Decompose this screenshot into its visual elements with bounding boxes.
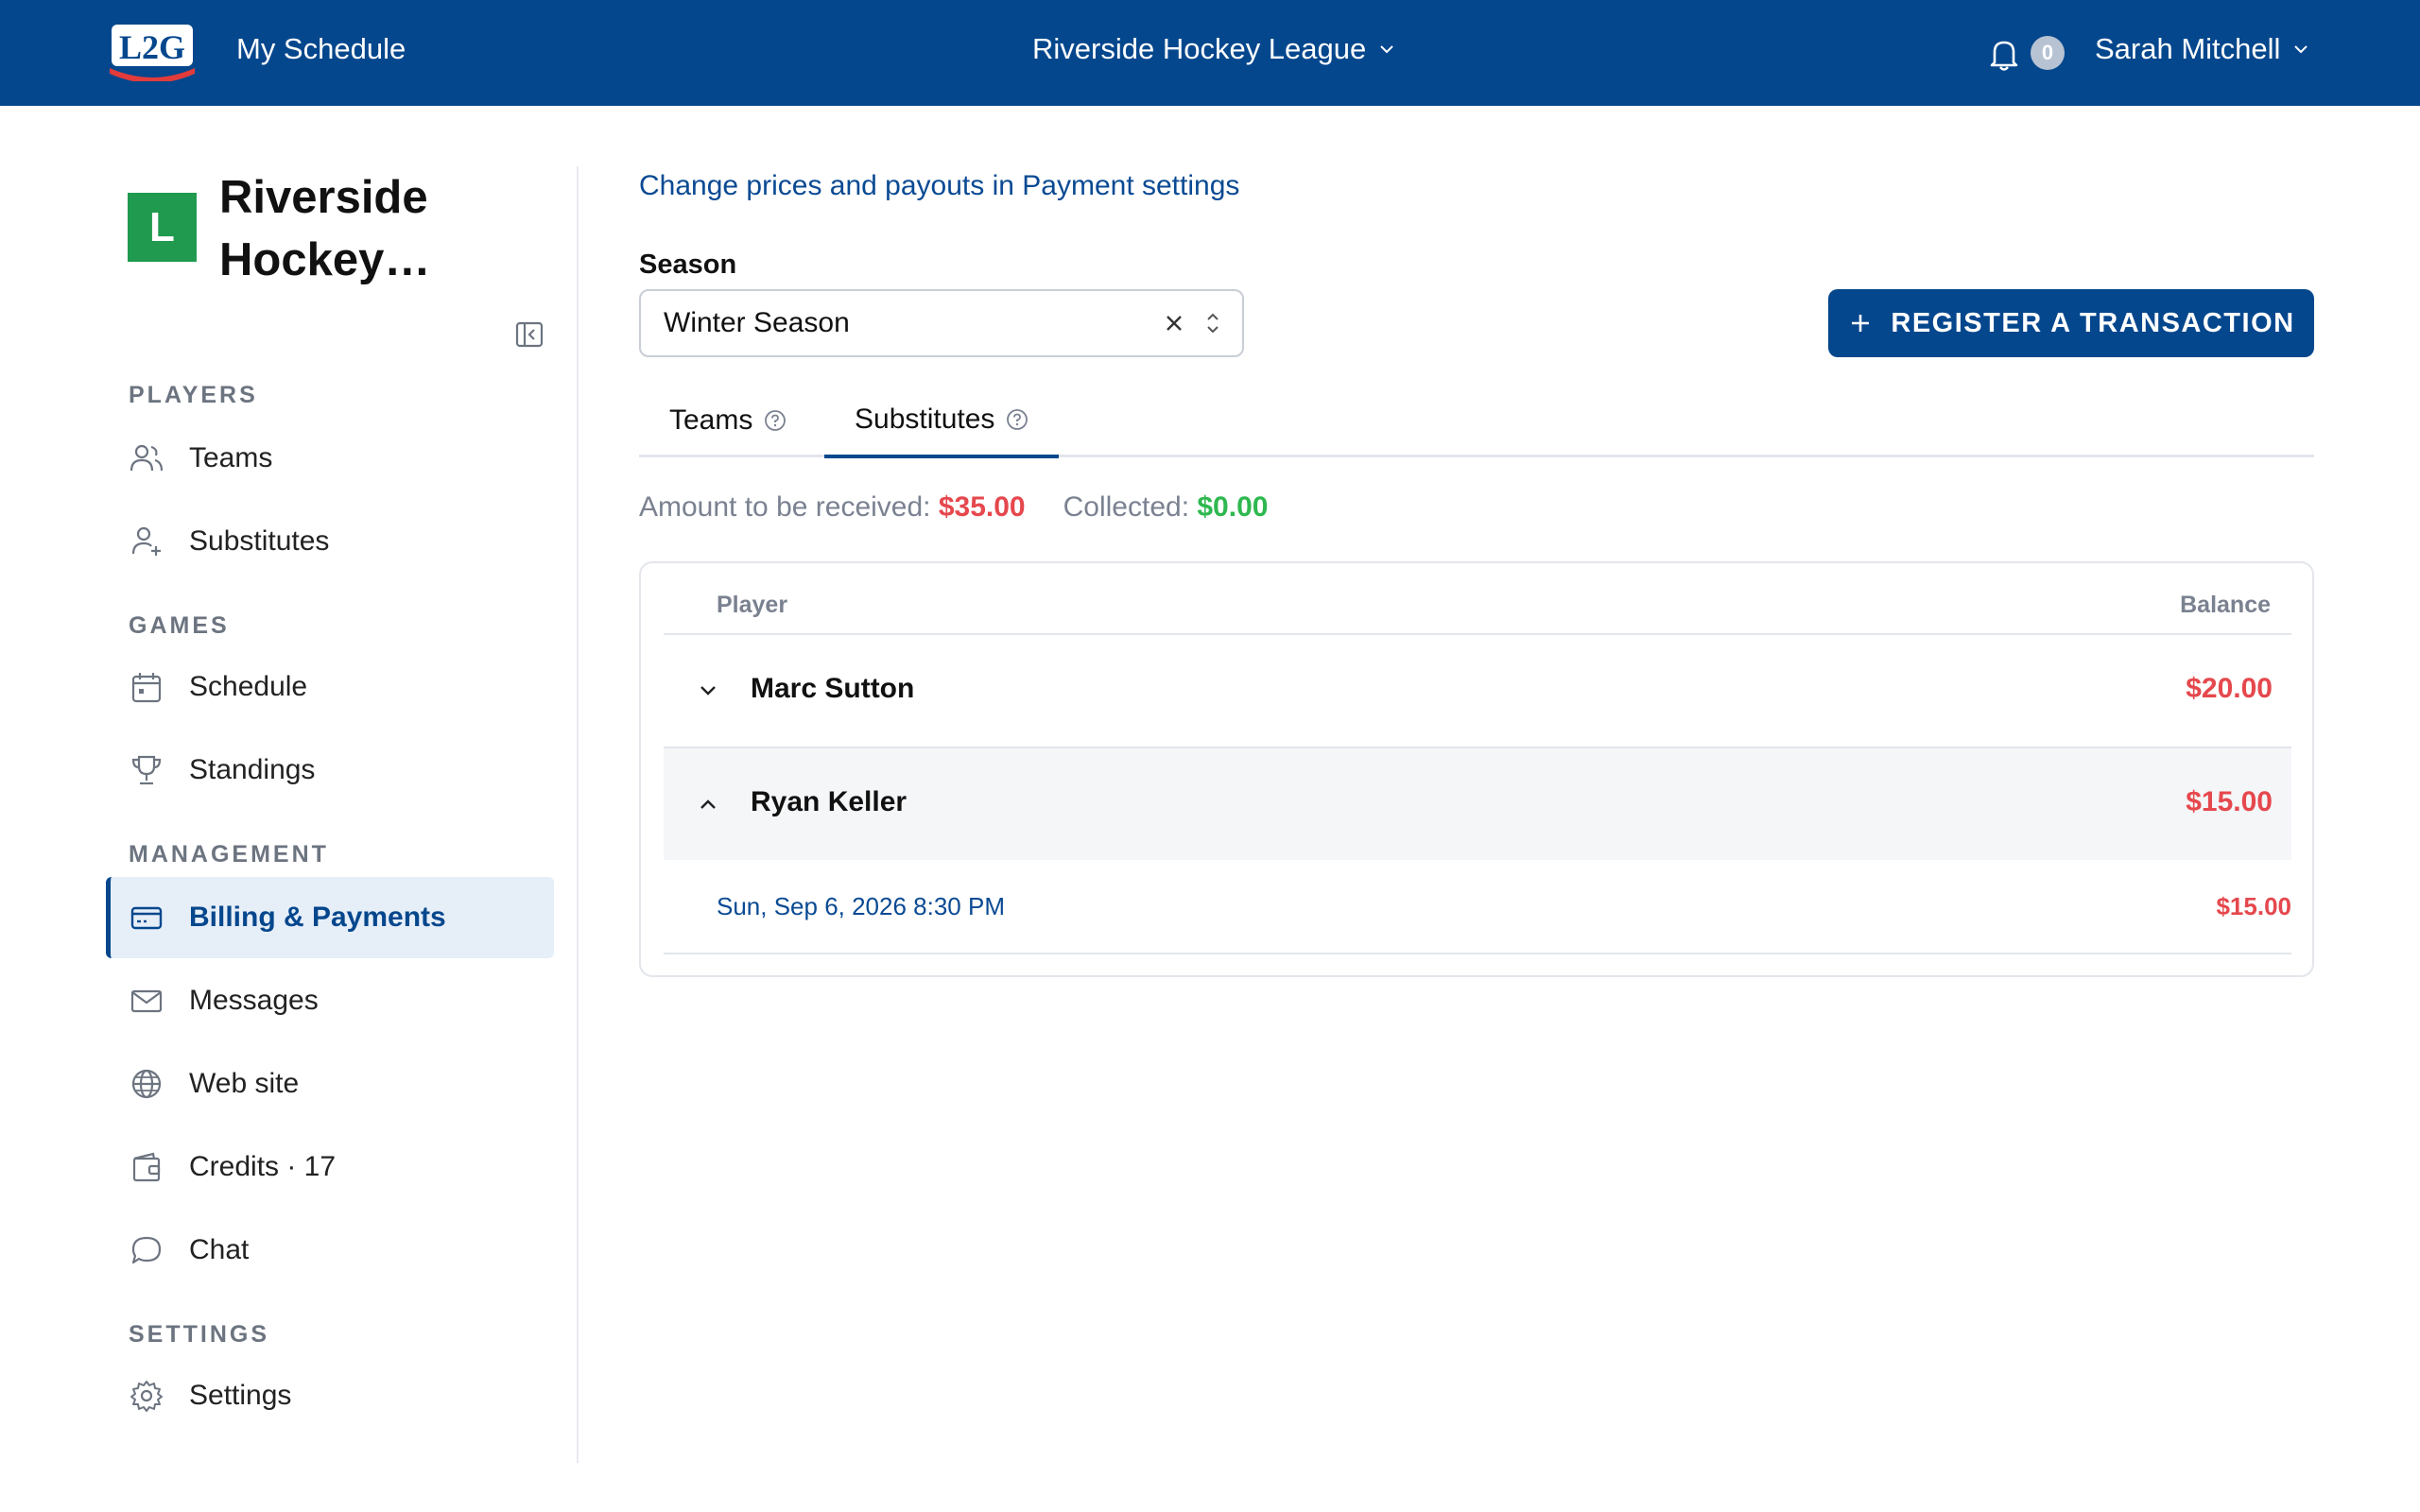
season-select-value: Winter Season — [664, 307, 850, 338]
amount-to-receive-label: Amount to be received: — [639, 491, 931, 523]
player-balance: $15.00 — [2186, 786, 2273, 817]
player-balance: $20.00 — [2186, 673, 2273, 704]
table-row[interactable]: Marc Sutton $20.00 — [664, 635, 2291, 747]
payment-settings-link[interactable]: Change prices and payouts in Payment set… — [639, 170, 1239, 202]
collected-value: $0.00 — [1197, 491, 1269, 523]
transaction-date-link[interactable]: Sun, Sep 6, 2026 8:30 PM — [717, 892, 1005, 921]
payment-summary: Amount to be received: $35.00 Collected:… — [639, 491, 1268, 524]
sidebar-item-label: Chat — [189, 1234, 250, 1265]
sidebar-item-label: Standings — [189, 754, 316, 785]
trophy-icon — [129, 752, 164, 788]
sidebar-divider — [577, 166, 579, 1463]
wallet-icon — [129, 1149, 164, 1185]
sidebar-item-label: Credits · 17 — [189, 1151, 337, 1182]
notification-count-badge: 0 — [2031, 36, 2065, 70]
chevron-up-icon[interactable] — [696, 792, 720, 816]
sidebar-item-schedule[interactable]: Schedule — [106, 646, 554, 728]
sidebar-item-messages[interactable]: Messages — [106, 960, 554, 1041]
column-header-balance: Balance — [2180, 592, 2271, 618]
tab-label: Teams — [669, 404, 753, 436]
user-plus-icon — [129, 524, 164, 559]
svg-text:L2G: L2G — [119, 28, 185, 66]
balances-table: Player Balance Marc Sutton $20.00 Ryan K… — [639, 561, 2314, 977]
sidebar-item-label: Settings — [189, 1380, 292, 1411]
tab-substitutes[interactable]: Substitutes — [824, 384, 1060, 458]
section-management: MANAGEMENT — [129, 841, 329, 868]
column-header-player: Player — [717, 592, 788, 618]
row-divider — [664, 953, 2291, 954]
mail-icon — [129, 983, 164, 1019]
collapse-sidebar-icon[interactable] — [514, 319, 544, 350]
transaction-detail-row: Sun, Sep 6, 2026 8:30 PM $15.00 — [664, 860, 2291, 954]
league-avatar: L — [128, 193, 197, 262]
season-label: Season — [639, 249, 737, 280]
tab-label: Substitutes — [855, 403, 995, 435]
transaction-amount: $15.00 — [2216, 892, 2291, 920]
user-name: Sarah Mitchell — [2095, 32, 2281, 65]
chevron-down-icon — [2294, 45, 2308, 54]
collected-amount: Collected: $0.00 — [1063, 491, 1269, 524]
tab-bar: Teams Substitutes — [639, 384, 2314, 458]
user-menu[interactable]: Sarah Mitchell — [2095, 32, 2310, 66]
sidebar-item-billing[interactable]: Billing & Payments — [106, 877, 554, 958]
sidebar-item-label: Web site — [189, 1068, 300, 1099]
sidebar-item-label: Billing & Payments — [189, 902, 446, 933]
section-settings: SETTINGS — [129, 1321, 270, 1348]
sidebar-item-standings[interactable]: Standings — [106, 730, 554, 811]
globe-icon — [129, 1066, 164, 1102]
help-circle-icon[interactable] — [764, 409, 786, 432]
plus-icon — [1852, 315, 1870, 332]
amount-to-receive: Amount to be received: $35.00 — [639, 491, 1026, 524]
league-switcher[interactable]: Riverside Hockey League — [1032, 32, 1396, 66]
sidebar-item-chat[interactable]: Chat — [106, 1210, 554, 1291]
bell-icon[interactable] — [1987, 36, 2021, 72]
table-row[interactable]: Ryan Keller $15.00 — [664, 748, 2291, 860]
amount-to-receive-value: $35.00 — [938, 491, 1026, 523]
users-icon — [129, 440, 164, 476]
help-circle-icon[interactable] — [1006, 408, 1028, 431]
sidebar-item-label: Schedule — [189, 671, 308, 702]
sidebar-item-label: Substitutes — [189, 525, 330, 557]
sidebar-item-substitutes[interactable]: Substitutes — [106, 501, 554, 582]
app-logo[interactable]: L2G — [106, 19, 199, 83]
register-transaction-button[interactable]: REGISTER A TRANSACTION — [1828, 289, 2314, 357]
sidebar-item-label: Messages — [189, 985, 319, 1016]
league-switcher-label: Riverside Hockey League — [1032, 32, 1367, 65]
chat-bubble-icon — [129, 1232, 164, 1268]
section-players: PLAYERS — [129, 382, 258, 408]
section-games: GAMES — [129, 612, 230, 639]
chevron-down-icon — [1380, 45, 1393, 54]
credit-card-icon — [129, 900, 164, 936]
sidebar-item-label: Teams — [189, 442, 273, 473]
player-name: Marc Sutton — [751, 673, 915, 704]
sidebar-item-website[interactable]: Web site — [106, 1043, 554, 1125]
gear-icon — [129, 1378, 164, 1414]
collected-label: Collected: — [1063, 491, 1190, 523]
my-schedule-link[interactable]: My Schedule — [236, 32, 406, 66]
calendar-icon — [129, 669, 164, 705]
chevron-down-icon[interactable] — [696, 679, 720, 703]
league-title: Riverside Hockey… — [219, 172, 431, 285]
sidebar-item-credits[interactable]: Credits · 17 — [106, 1126, 554, 1208]
season-select[interactable]: Winter Season — [639, 289, 1244, 357]
sort-updown-icon — [1202, 309, 1223, 337]
clear-icon[interactable] — [1161, 310, 1187, 336]
sidebar-item-settings[interactable]: Settings — [106, 1355, 554, 1436]
player-name: Ryan Keller — [751, 786, 908, 817]
register-transaction-label: REGISTER A TRANSACTION — [1891, 307, 2295, 338]
sidebar-item-teams[interactable]: Teams — [106, 418, 554, 499]
tab-teams[interactable]: Teams — [639, 384, 817, 457]
top-bar: L2G My Schedule Riverside Hockey League … — [0, 0, 2420, 106]
